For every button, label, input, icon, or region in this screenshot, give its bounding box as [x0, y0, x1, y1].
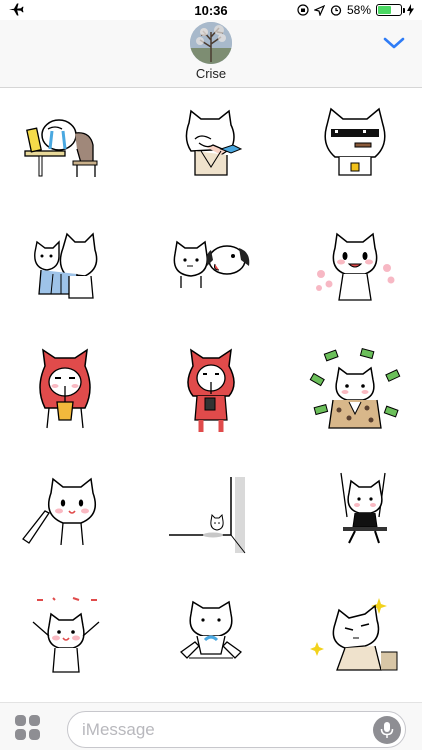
battery-level: [378, 6, 391, 14]
sticker-cat-sunglasses-cigar[interactable]: [300, 95, 410, 195]
conversation-header: Crise: [0, 20, 422, 88]
sticker-cat-red-hood-drink[interactable]: [10, 341, 120, 441]
sticker-cat-crying-at-desk[interactable]: [10, 95, 120, 195]
sticker-cat-with-dog-kiss[interactable]: [156, 218, 266, 318]
contact-name[interactable]: Crise: [0, 66, 422, 81]
charging-icon: [407, 4, 414, 16]
message-input-container[interactable]: [67, 711, 406, 748]
sticker-cat-cheering[interactable]: [10, 587, 120, 687]
alarm-icon: [330, 5, 342, 16]
sticker-cat-poke-finger[interactable]: [10, 464, 120, 564]
compose-bar: [0, 702, 422, 750]
sticker-cat-squeezed-hands[interactable]: [156, 587, 266, 687]
apps-grid-icon[interactable]: [15, 715, 41, 741]
status-indicators: 58%: [297, 3, 414, 17]
sticker-cat-swing[interactable]: [300, 464, 410, 564]
microphone-icon[interactable]: [373, 716, 401, 744]
sticker-cat-corner-small[interactable]: [156, 464, 266, 564]
orientation-lock-icon: [297, 4, 309, 16]
sticker-cat-red-hood-standing[interactable]: [156, 341, 266, 441]
sticker-cat-facepalm[interactable]: [156, 95, 266, 195]
message-input[interactable]: [82, 720, 362, 740]
location-icon: [313, 4, 325, 16]
sticker-cat-money-rain[interactable]: [300, 341, 410, 441]
status-bar: 10:36 58%: [0, 0, 422, 20]
sticker-grid: [0, 89, 422, 702]
battery-percent: 58%: [346, 3, 371, 17]
sticker-cat-sleepy-sparkles[interactable]: [300, 587, 410, 687]
battery-icon: [376, 4, 405, 16]
chevron-down-icon[interactable]: [382, 34, 406, 52]
sticker-cat-hug-back[interactable]: [10, 218, 120, 318]
contact-avatar[interactable]: [190, 22, 232, 64]
sticker-cat-with-flowers[interactable]: [300, 218, 410, 318]
